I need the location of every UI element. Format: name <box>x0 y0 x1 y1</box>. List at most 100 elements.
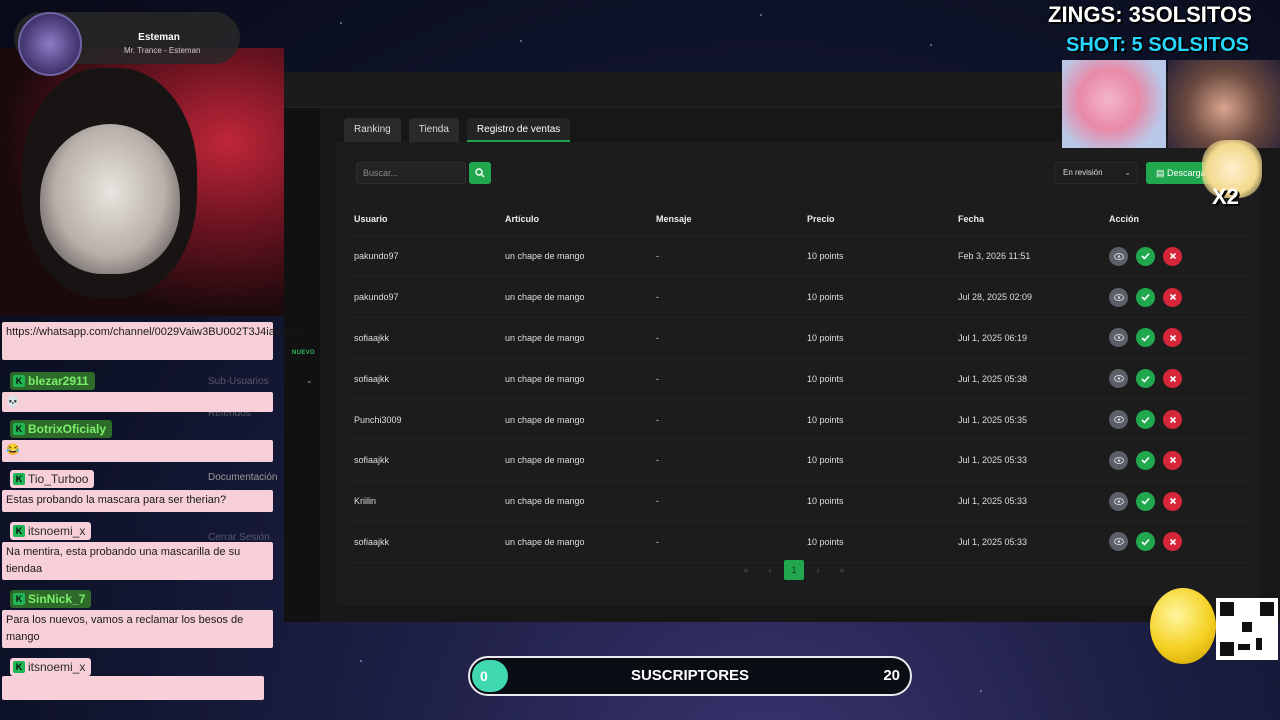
cell-message: - <box>650 521 801 563</box>
chat-message-text: 😂 <box>2 440 273 462</box>
reject-button[interactable] <box>1163 287 1182 307</box>
check-icon <box>1141 253 1150 261</box>
eye-icon <box>1113 416 1124 424</box>
prev-page-button[interactable]: ‹ <box>760 560 780 580</box>
view-button[interactable] <box>1109 369 1128 389</box>
streamer-profile-card: Esteman <box>14 12 240 76</box>
view-button[interactable] <box>1109 287 1128 307</box>
view-button[interactable] <box>1109 532 1128 552</box>
cell-user: sofiaajkk <box>348 521 499 563</box>
chat-message-text: https://whatsapp.com/channel/0029Vaiw3BU… <box>2 322 302 360</box>
table-row: Kriilin un chape de mango -10 points Jul 1,… <box>348 480 1248 523</box>
chat-message-text <box>2 676 264 700</box>
cell-item: un chape de mango <box>499 276 650 319</box>
reaction-image <box>1168 60 1280 148</box>
view-button[interactable] <box>1109 246 1128 266</box>
cell-message: - <box>650 399 801 441</box>
cell-user: pakundo97 <box>348 276 499 319</box>
tab-tienda[interactable]: Tienda <box>408 118 459 142</box>
cell-date: Jul 28, 2025 02:09 <box>952 276 1103 319</box>
table-header-row: Usuario Artículo Mensaje Precio Fecha Ac… <box>348 202 1248 237</box>
status-filter-value: En revisión <box>1063 168 1103 177</box>
cell-date: Jul 1, 2025 05:33 <box>952 521 1103 563</box>
tab-sales-log[interactable]: Registro de ventas <box>466 118 571 142</box>
table-row: sofiaajkk un chape de mango -10 points Jul … <box>348 439 1248 482</box>
qr-code <box>1216 598 1278 660</box>
cell-price: 10 points <box>801 276 952 319</box>
approve-button[interactable] <box>1136 328 1155 348</box>
reject-button[interactable] <box>1163 246 1182 266</box>
cell-actions <box>1103 521 1248 563</box>
close-icon <box>1169 294 1176 301</box>
approve-button[interactable] <box>1136 450 1155 470</box>
chat-username: K SinNick_7 <box>10 590 92 608</box>
cell-message: - <box>650 236 801 278</box>
status-filter-select[interactable]: En revisión ⌄ <box>1054 162 1138 184</box>
cell-actions <box>1103 276 1248 319</box>
column-header: Usuario <box>348 202 499 237</box>
cell-item: un chape de mango <box>499 317 650 359</box>
close-icon <box>1169 538 1176 546</box>
kick-icon: K <box>13 661 25 673</box>
reject-button[interactable] <box>1163 532 1182 552</box>
sidebar <box>284 108 320 622</box>
view-button[interactable] <box>1109 450 1128 470</box>
pagination: « ‹ 1 › » <box>736 560 852 580</box>
eye-icon <box>1113 252 1124 260</box>
cell-user: sofiaajkk <box>348 317 499 359</box>
next-page-button[interactable]: › <box>808 560 828 580</box>
cell-price: 10 points <box>801 399 952 441</box>
close-icon <box>1169 498 1176 505</box>
reject-button[interactable] <box>1163 450 1182 470</box>
cell-item: un chape de mango <box>499 480 650 523</box>
column-header: Precio <box>801 202 952 237</box>
reject-button[interactable] <box>1163 491 1182 511</box>
table-row: sofiaajkk un chape de mango -10 points Jul … <box>348 358 1248 400</box>
close-icon <box>1169 253 1176 260</box>
approve-button[interactable] <box>1136 287 1155 307</box>
tab-ranking[interactable]: Ranking <box>344 118 401 142</box>
cell-actions <box>1103 399 1248 441</box>
chevron-down-icon[interactable]: ⌄ <box>306 376 313 385</box>
check-icon <box>1141 294 1150 301</box>
chevron-down-icon: ⌄ <box>1124 168 1131 177</box>
character-image <box>1062 60 1166 148</box>
cell-message: - <box>650 358 801 400</box>
face-mask <box>40 124 180 274</box>
table-row: pakundo97 un chape de mango -10 points Feb … <box>348 236 1248 278</box>
reject-button[interactable] <box>1163 410 1182 430</box>
page-button-current[interactable]: 1 <box>784 560 804 580</box>
kick-icon: K <box>13 525 25 537</box>
tab-bar: Ranking Tienda Registro de ventas <box>344 118 571 142</box>
view-button[interactable] <box>1109 410 1128 430</box>
cell-price: 10 points <box>801 439 952 482</box>
reject-button[interactable] <box>1163 328 1182 348</box>
cell-item: un chape de mango <box>499 521 650 563</box>
kick-icon: K <box>13 593 25 605</box>
table-row: sofiaajkk un chape de mango -10 points Jul … <box>348 317 1248 359</box>
subscribers-goal-bar: 0 SUSCRIPTORES 20 <box>468 656 912 696</box>
file-icon: ▤ <box>1156 168 1168 178</box>
eye-icon <box>1113 293 1124 301</box>
cell-item: un chape de mango <box>499 236 650 278</box>
sales-table: Usuario Artículo Mensaje Precio Fecha Ac… <box>348 202 1248 563</box>
search-input[interactable] <box>356 162 466 184</box>
cell-price: 10 points <box>801 521 952 563</box>
view-button[interactable] <box>1109 491 1128 511</box>
chat-username: K BotrixOficialy <box>10 420 113 438</box>
approve-button[interactable] <box>1136 369 1155 389</box>
cell-actions <box>1103 317 1248 359</box>
reject-button[interactable] <box>1163 369 1182 389</box>
last-page-button[interactable]: » <box>832 560 852 580</box>
cell-date: Jul 1, 2025 05:35 <box>952 399 1103 441</box>
approve-button[interactable] <box>1136 532 1155 552</box>
kick-icon: K <box>13 423 25 435</box>
approve-button[interactable] <box>1136 410 1155 430</box>
first-page-button[interactable]: « <box>736 560 756 580</box>
approve-button[interactable] <box>1136 246 1155 266</box>
cell-price: 10 points <box>801 358 952 400</box>
approve-button[interactable] <box>1136 491 1155 511</box>
view-button[interactable] <box>1109 328 1128 348</box>
search-button[interactable] <box>469 162 491 184</box>
close-icon <box>1169 375 1176 382</box>
